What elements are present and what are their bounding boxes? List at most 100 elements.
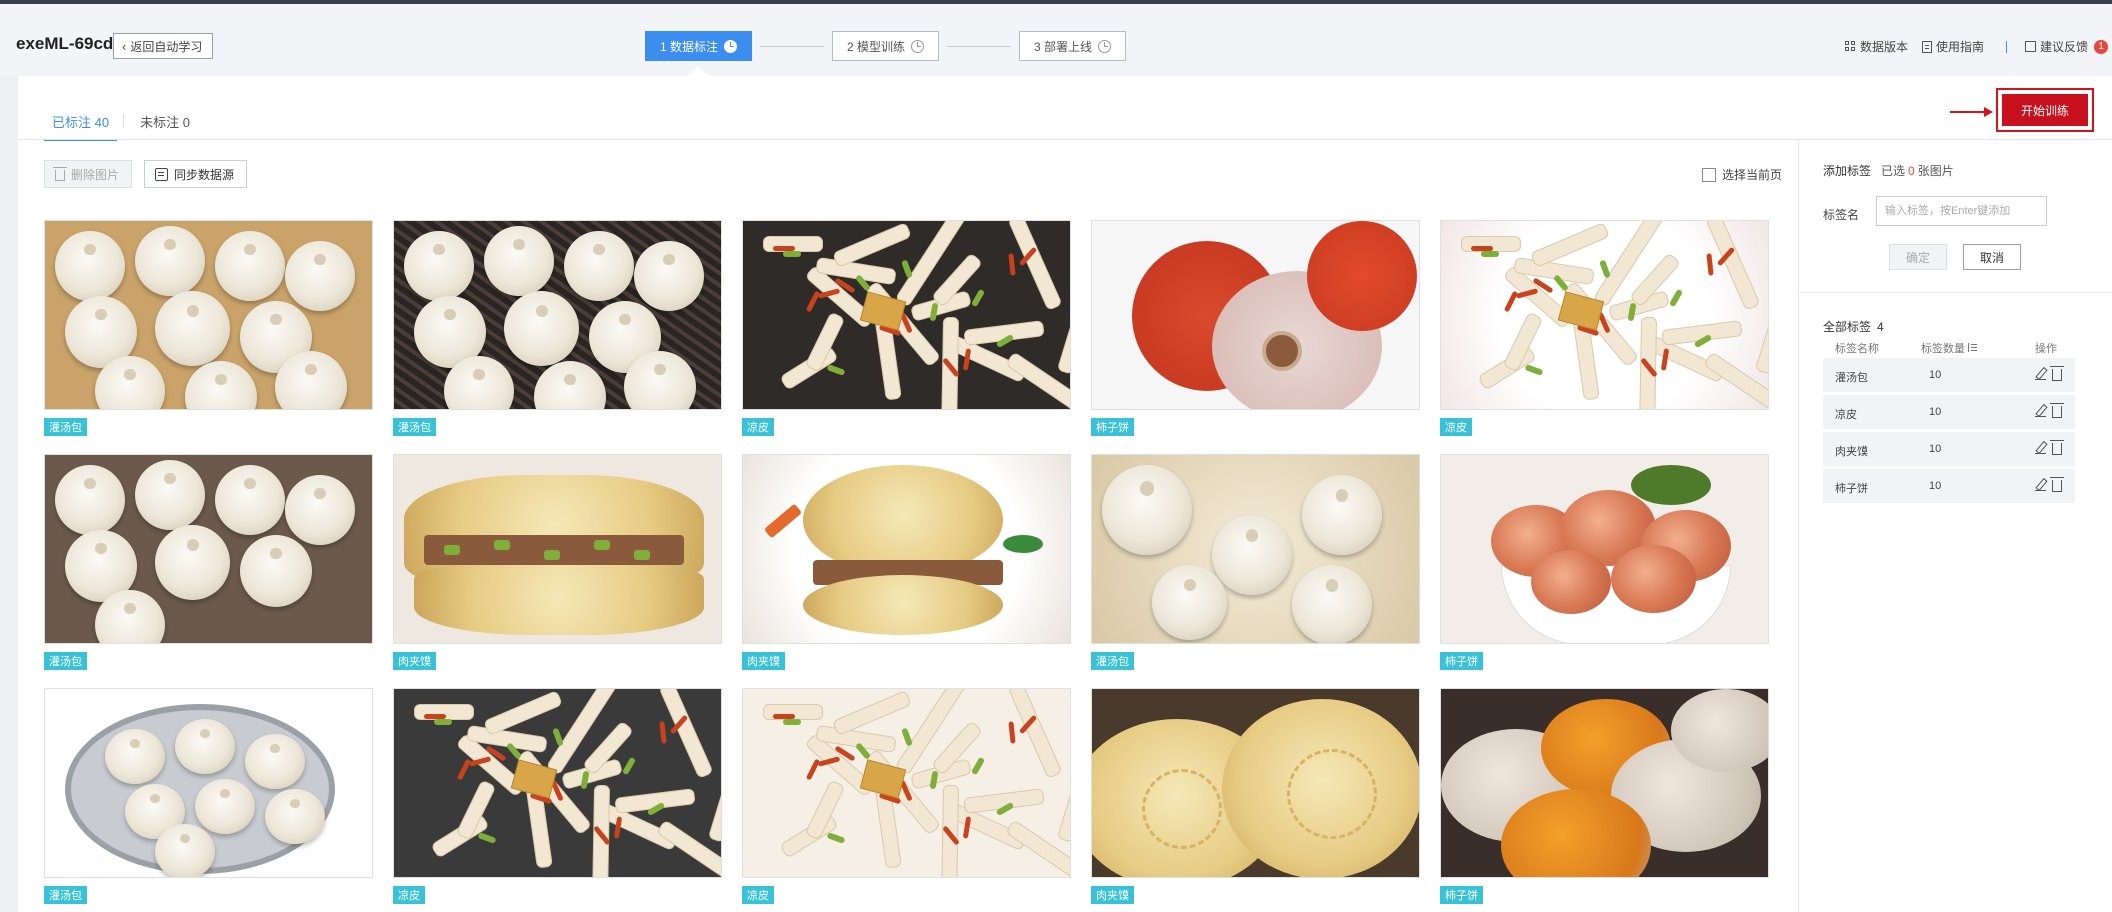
label-row: 柿子饼 10	[1823, 469, 2075, 503]
sync-label: 同步数据源	[174, 167, 235, 182]
image-card[interactable]: 灌汤包	[44, 220, 373, 454]
back-label: 返回自动学习	[130, 39, 203, 54]
trash-icon[interactable]	[2050, 403, 2064, 418]
delete-images-button[interactable]: 删除图片	[44, 160, 133, 188]
clock-icon	[724, 39, 737, 53]
label-actions	[2035, 403, 2064, 418]
label-name: 肉夹馍	[1835, 446, 1868, 458]
edit-icon[interactable]	[2035, 441, 2046, 454]
cancel-button[interactable]: 取消	[1963, 244, 2021, 270]
delete-label: 删除图片	[71, 167, 120, 182]
step-label: 2 模型训练	[846, 39, 905, 54]
image-tag: 凉皮	[742, 886, 774, 904]
edit-icon	[2024, 41, 2036, 52]
image-tag: 柿子饼	[1440, 886, 1483, 904]
food-image[interactable]	[44, 220, 373, 410]
step-indicator: 1 数据标注 2 模型训练 3 部署上线	[645, 31, 1126, 61]
image-card[interactable]: 柿子饼	[1091, 220, 1420, 454]
edit-icon[interactable]	[2035, 404, 2046, 417]
tab-labeled[interactable]: 已标注 40	[44, 112, 118, 141]
label-count: 10	[1929, 443, 1942, 455]
trash-icon[interactable]	[2050, 440, 2064, 455]
food-image[interactable]	[393, 454, 722, 644]
food-image[interactable]	[1091, 220, 1420, 410]
label-actions	[2035, 440, 2064, 455]
image-card[interactable]: 肉夹馍	[393, 454, 722, 688]
label-panel: 添加标签 已选0张图片 标签名 确定 取消 全部标签4 标签名称 标签数量 操作…	[1798, 140, 2112, 912]
sort-icon	[1968, 343, 1977, 352]
label-tabs: 已标注 40 未标注 0	[44, 112, 206, 141]
label-name-input[interactable]	[1876, 196, 2047, 226]
image-card[interactable]: 柿子饼	[1440, 688, 1769, 912]
image-card[interactable]: 凉皮	[1440, 220, 1769, 454]
label-row: 灌汤包 10	[1823, 358, 2075, 392]
image-tag: 凉皮	[742, 418, 774, 436]
add-label-title: 添加标签	[1823, 164, 1872, 178]
food-image[interactable]	[742, 454, 1071, 644]
food-image[interactable]	[1091, 688, 1420, 878]
label-count: 10	[1929, 406, 1942, 418]
guide-link[interactable]: 使用指南	[1921, 38, 1984, 55]
image-card[interactable]: 灌汤包	[1091, 454, 1420, 688]
clock-icon	[1098, 39, 1111, 53]
image-tag: 肉夹馍	[393, 652, 436, 670]
image-tag: 柿子饼	[1091, 418, 1134, 436]
food-image[interactable]	[1440, 688, 1769, 878]
food-image[interactable]	[44, 454, 373, 644]
chevron-left-icon: ‹	[122, 38, 127, 54]
image-card[interactable]: 凉皮	[393, 688, 722, 912]
food-image[interactable]	[1440, 454, 1769, 644]
step-connector	[947, 45, 1011, 47]
image-card[interactable]: 灌汤包	[393, 220, 722, 454]
data-version-label: 数据版本	[1859, 40, 1908, 54]
image-card[interactable]: 柿子饼	[1440, 454, 1769, 688]
col-label-count[interactable]: 标签数量	[1921, 340, 1977, 356]
trash-icon[interactable]	[2050, 477, 2064, 492]
app-title: exeML-69cd	[16, 34, 114, 53]
step-data-labeling[interactable]: 1 数据标注	[645, 31, 752, 61]
step-deploy[interactable]: 3 部署上线	[1019, 31, 1126, 61]
image-tag: 灌汤包	[393, 418, 436, 436]
guide-label: 使用指南	[1935, 40, 1984, 54]
image-card[interactable]: 凉皮	[742, 688, 1071, 912]
step-model-training[interactable]: 2 模型训练	[832, 31, 939, 61]
clock-icon	[911, 39, 924, 53]
step-label: 3 部署上线	[1033, 39, 1092, 54]
trash-icon	[53, 166, 67, 181]
confirm-button[interactable]: 确定	[1889, 244, 1947, 270]
edit-icon[interactable]	[2035, 478, 2046, 491]
food-image[interactable]	[1440, 220, 1769, 410]
trash-icon[interactable]	[2050, 366, 2064, 381]
food-image[interactable]	[742, 688, 1071, 878]
sync-datasource-button[interactable]: 同步数据源	[144, 160, 248, 188]
notification-badge: 1	[2094, 39, 2108, 54]
edit-icon[interactable]	[2035, 367, 2046, 380]
data-version-link[interactable]: 数据版本	[1844, 38, 1908, 55]
food-image[interactable]	[1091, 454, 1420, 644]
col-operations: 操作	[2035, 343, 2057, 355]
image-tag: 灌汤包	[1091, 652, 1134, 670]
food-image[interactable]	[393, 220, 722, 410]
tab-unlabeled[interactable]: 未标注 0	[124, 112, 206, 141]
back-to-automl-button[interactable]: ‹ 返回自动学习	[113, 33, 214, 59]
image-card[interactable]: 灌汤包	[44, 688, 373, 912]
food-image[interactable]	[393, 688, 722, 878]
image-card[interactable]: 凉皮	[742, 220, 1071, 454]
label-name: 凉皮	[1835, 409, 1857, 421]
image-card[interactable]: 肉夹馍	[1091, 688, 1420, 912]
feedback-link[interactable]: 建议反馈 1	[2024, 38, 2108, 55]
food-image[interactable]	[44, 688, 373, 878]
start-training-button[interactable]: 开始训练	[2002, 94, 2088, 126]
image-tag: 凉皮	[393, 886, 425, 904]
label-row: 凉皮 10	[1823, 395, 2075, 429]
header: exeML-69cd ‹ 返回自动学习 1 数据标注 2 模型训练 3 部署上线…	[0, 4, 2112, 76]
image-card[interactable]: 肉夹馍	[742, 454, 1071, 688]
image-card[interactable]: 灌汤包	[44, 454, 373, 688]
select-current-page[interactable]: 选择当前页	[1702, 166, 1782, 183]
label-name: 灌汤包	[1835, 372, 1868, 384]
food-image[interactable]	[742, 220, 1071, 410]
header-divider	[2005, 40, 2007, 53]
grid-icon	[1844, 41, 1856, 52]
select-page-checkbox[interactable]	[1702, 167, 1716, 182]
image-tag: 灌汤包	[44, 652, 87, 670]
